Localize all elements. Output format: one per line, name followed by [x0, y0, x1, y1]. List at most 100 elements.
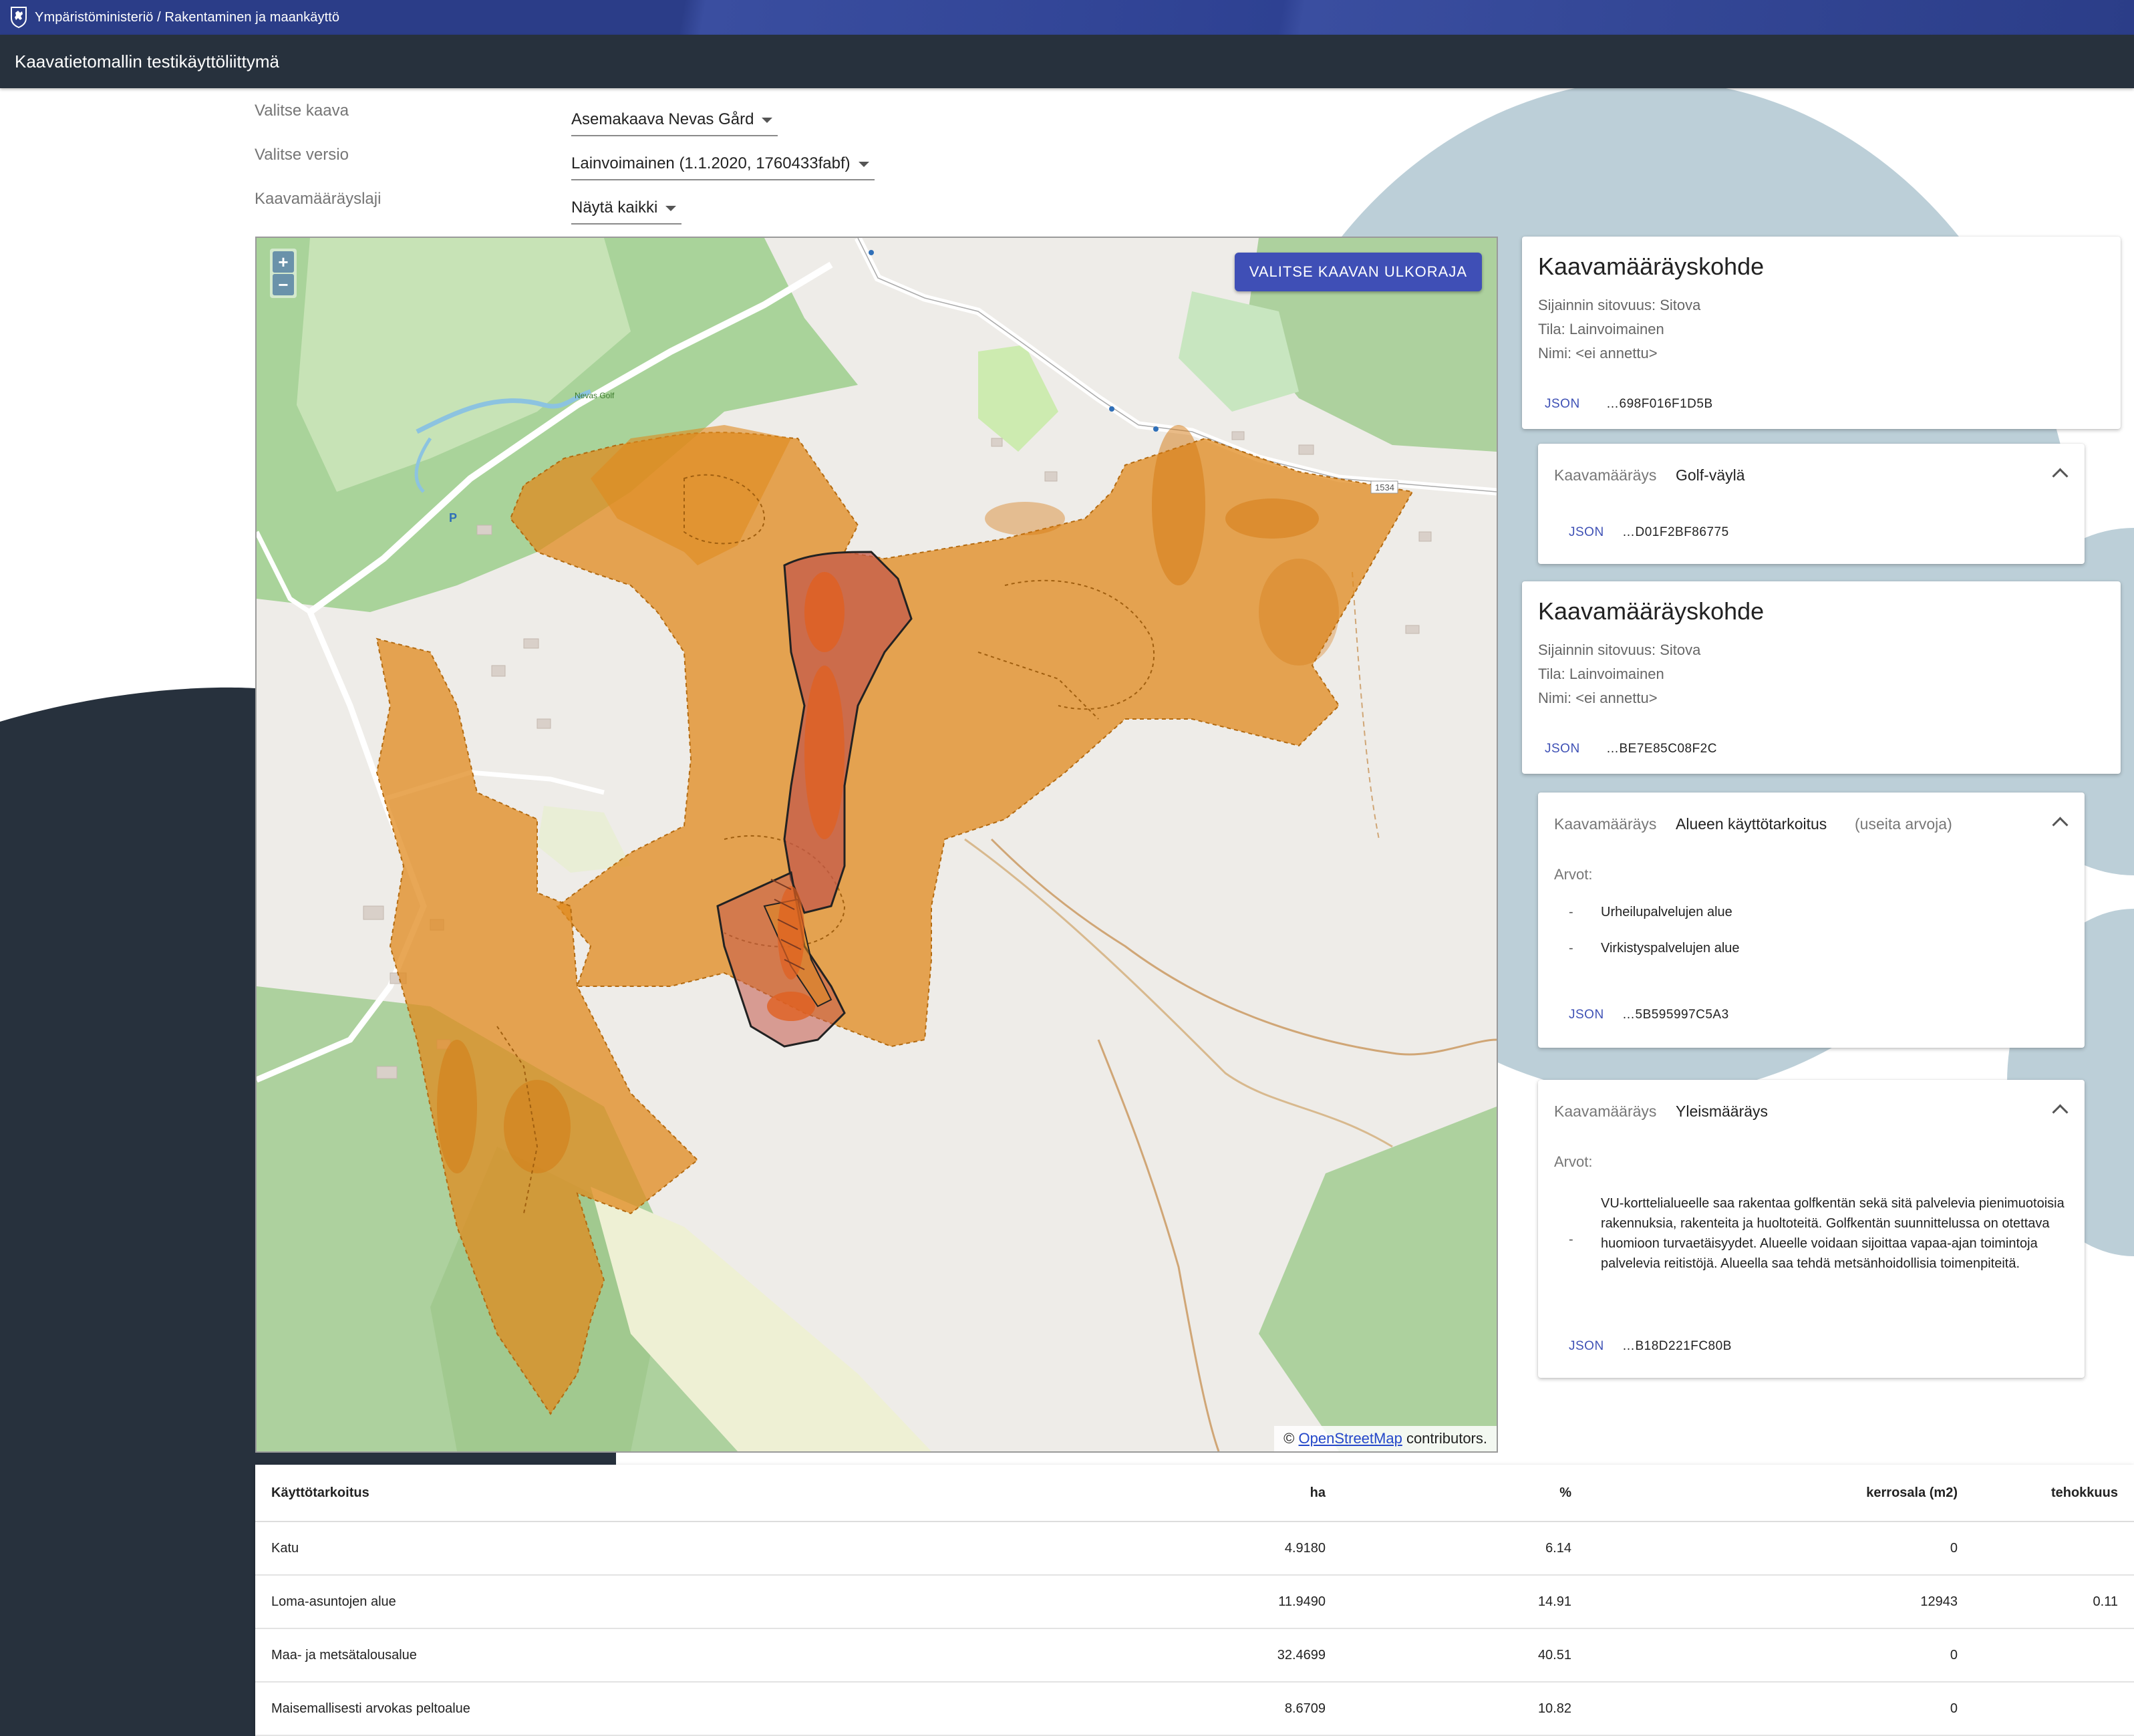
table-cell: 0	[1587, 1628, 1974, 1683]
table-cell	[1974, 1628, 2134, 1683]
regulation-card-land-use: Kaavamääräys Alueen käyttötarkoitus (use…	[1538, 792, 2085, 1048]
list-bullet: -	[1569, 905, 1573, 919]
column-header: %	[1342, 1465, 1587, 1522]
general-regulation-text: VU-korttelialueelle saa rakentaa golfken…	[1601, 1196, 2065, 1271]
regulation-type-select[interactable]: Näytä kaikki	[571, 192, 682, 225]
app-header: Kaavatietomallin testikäyttöliittymä	[0, 35, 2134, 88]
road-number-label: 1534	[1375, 482, 1394, 492]
status-text: Tila: Lainvoimainen	[1538, 321, 1664, 337]
dropdown-caret-icon	[665, 206, 677, 211]
dropdown-caret-icon	[858, 162, 869, 167]
plan-select-label: Valitse kaava	[255, 102, 349, 120]
table-cell	[1974, 1522, 2134, 1576]
attribution-prefix: ©	[1283, 1430, 1295, 1447]
table-cell: 32.4699	[1176, 1628, 1342, 1683]
regulation-card-golf: Kaavamääräys Golf-väylä JSON …D01F2BF867…	[1538, 444, 2085, 564]
values-label: Arvot:	[1554, 1153, 1593, 1170]
column-header: Käyttötarkoitus	[255, 1465, 1176, 1522]
regulation-label: Kaavamääräys	[1554, 466, 1657, 484]
table-cell: 0	[1587, 1682, 1974, 1736]
version-select-label: Valitse versio	[255, 146, 349, 164]
values-label: Arvot:	[1554, 866, 1593, 883]
table-cell: 10.82	[1342, 1682, 1587, 1736]
json-button[interactable]: JSON	[1545, 397, 1580, 412]
regulation-type-select-label: Kaavamääräyslaji	[255, 190, 382, 208]
table-cell: 8.6709	[1176, 1682, 1342, 1736]
zoom-out-button[interactable]: −	[273, 274, 294, 295]
regulation-label: Kaavamääräys	[1554, 1103, 1657, 1120]
value-item: Urheilupalvelujen alue	[1601, 905, 1732, 919]
table-cell: 12943	[1587, 1575, 1974, 1629]
parking-label: P	[449, 511, 457, 525]
ministry-header: Ympäristöministeriö / Rakentaminen ja ma…	[0, 0, 2134, 35]
table-cell: Maa- ja metsätalousalue	[255, 1628, 1176, 1683]
table-row: Maa- ja metsätalousalue 32.4699 40.51 0	[255, 1628, 2134, 1683]
openstreetmap-link[interactable]: OpenStreetMap	[1299, 1430, 1402, 1447]
table-cell: 14.91	[1342, 1575, 1587, 1629]
table-cell: Katu	[255, 1522, 1176, 1576]
chevron-up-icon[interactable]	[2052, 817, 2069, 833]
json-button[interactable]: JSON	[1569, 525, 1604, 540]
column-header: kerrosala (m2)	[1587, 1465, 1974, 1522]
regulation-value: Golf-väylä	[1676, 466, 1745, 484]
plan-target-title: Kaavamääräyskohde	[1538, 597, 1765, 625]
version-select[interactable]: Lainvoimainen (1.1.2020, 1760433fabf)	[571, 148, 875, 180]
regulation-type-select-value: Näytä kaikki	[571, 198, 658, 216]
chevron-up-icon[interactable]	[2052, 468, 2069, 484]
regulation-value: Alueen käyttötarkoitus	[1676, 815, 1827, 833]
table-cell: 0	[1587, 1522, 1974, 1576]
map-view[interactable]: 1534 P Nevas Golf + − VALITSE KAAVAN ULK…	[255, 237, 1498, 1453]
map-canvas[interactable]: 1534 P Nevas Golf	[257, 238, 1497, 1451]
object-id: …B18D221FC80B	[1622, 1339, 1732, 1353]
plan-target-title: Kaavamääräyskohde	[1538, 253, 1765, 280]
regulation-card-general: Kaavamääräys Yleismääräys Arvot: - VU-ko…	[1538, 1080, 2085, 1378]
regulation-label: Kaavamääräys	[1554, 815, 1657, 833]
json-button[interactable]: JSON	[1569, 1339, 1604, 1354]
map-attribution: © OpenStreetMap contributors.	[1274, 1426, 1497, 1451]
column-header: tehokkuus	[1974, 1465, 2134, 1522]
location-binding: Sijainnin sitovuus: Sitova	[1538, 297, 1701, 313]
object-id: …D01F2BF86775	[1622, 525, 1729, 539]
table-cell	[1974, 1682, 2134, 1736]
table-cell: Loma-asuntojen alue	[255, 1575, 1176, 1629]
object-id: …698F016F1D5B	[1606, 397, 1713, 411]
chevron-up-icon[interactable]	[2052, 1104, 2069, 1121]
table-cell: 11.9490	[1176, 1575, 1342, 1629]
table-header-row: Käyttötarkoitus ha % kerrosala (m2) teho…	[255, 1465, 2134, 1522]
name-text: Nimi: <ei annettu>	[1538, 345, 1658, 361]
multiple-values-note: (useita arvoja)	[1855, 815, 1952, 833]
table-row: Maisemallisesti arvokas peltoalue 8.6709…	[255, 1682, 2134, 1736]
json-button[interactable]: JSON	[1569, 1008, 1604, 1022]
list-bullet: -	[1569, 1232, 1573, 1247]
table-cell: 0.11	[1974, 1575, 2134, 1629]
location-binding: Sijainnin sitovuus: Sitova	[1538, 641, 1701, 658]
table-cell: 40.51	[1342, 1628, 1587, 1683]
table-cell: 4.9180	[1176, 1522, 1342, 1576]
golf-label: Nevas Golf	[575, 391, 615, 400]
table-row: Katu 4.9180 6.14 0	[255, 1522, 2134, 1576]
version-select-value: Lainvoimainen (1.1.2020, 1760433fabf)	[571, 154, 851, 172]
plan-target-card: Kaavamääräyskohde Sijainnin sitovuus: Si…	[1522, 237, 2121, 429]
table-cell: 6.14	[1342, 1522, 1587, 1576]
land-use-table: Käyttötarkoitus ha % kerrosala (m2) teho…	[255, 1465, 2134, 1736]
json-button[interactable]: JSON	[1545, 742, 1580, 756]
lion-crest-icon	[11, 7, 27, 29]
name-text: Nimi: <ei annettu>	[1538, 690, 1658, 706]
plan-select-value: Asemakaava Nevas Gård	[571, 110, 754, 128]
column-header: ha	[1176, 1465, 1342, 1522]
attribution-suffix: contributors.	[1402, 1430, 1487, 1447]
value-item: Virkistyspalvelujen alue	[1601, 941, 1740, 956]
plan-target-card: Kaavamääräyskohde Sijainnin sitovuus: Si…	[1522, 581, 2121, 774]
zoom-in-button[interactable]: +	[273, 251, 294, 273]
dropdown-caret-icon	[762, 118, 773, 123]
app-title: Kaavatietomallin testikäyttöliittymä	[15, 51, 279, 71]
object-id: …BE7E85C08F2C	[1606, 742, 1717, 756]
ministry-breadcrumb[interactable]: Ympäristöministeriö / Rakentaminen ja ma…	[35, 10, 339, 25]
zoom-control: + −	[270, 249, 297, 298]
select-plan-outline-button[interactable]: VALITSE KAAVAN ULKORAJA	[1234, 253, 1482, 291]
list-bullet: -	[1569, 941, 1573, 956]
object-id: …5B595997C5A3	[1622, 1008, 1729, 1022]
status-text: Tila: Lainvoimainen	[1538, 666, 1664, 682]
regulation-value: Yleismääräys	[1676, 1103, 1769, 1120]
plan-select[interactable]: Asemakaava Nevas Gård	[571, 104, 778, 136]
